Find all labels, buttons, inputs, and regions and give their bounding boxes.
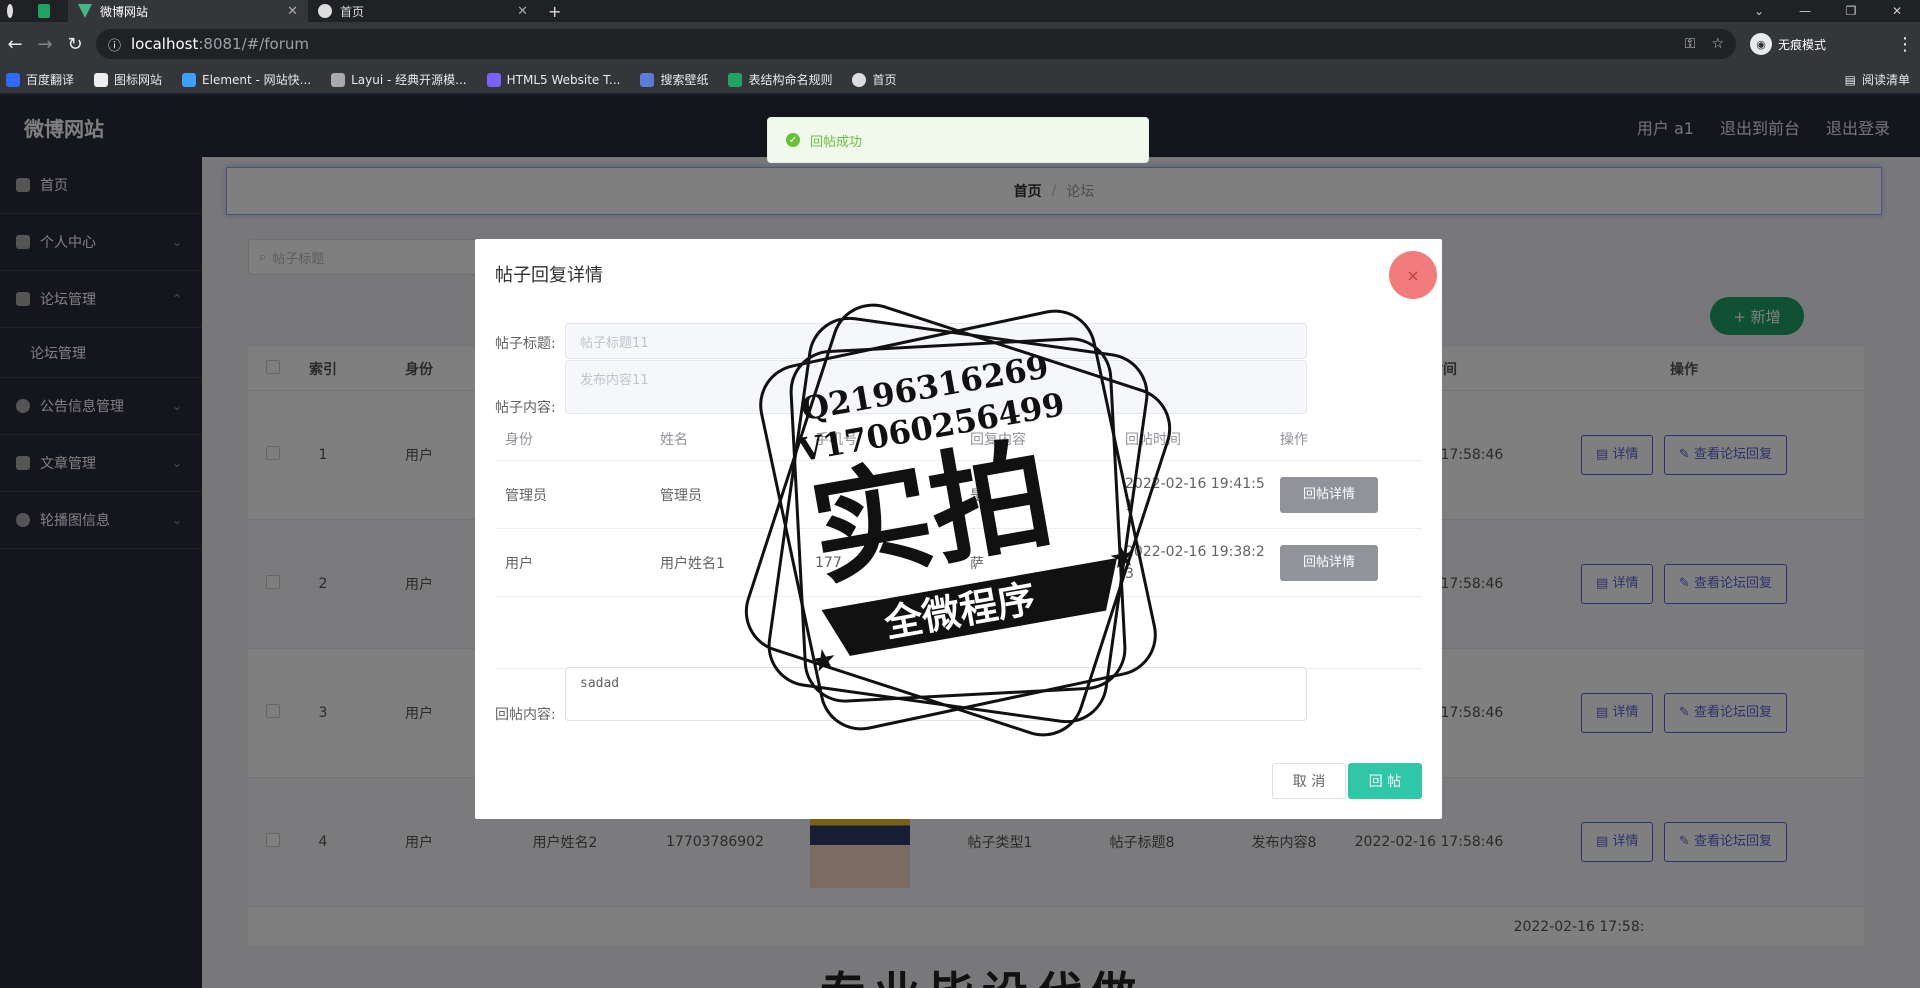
dialog-title: 帖子回复详情: [495, 265, 603, 286]
address-bar: ← → ↻ ⓘ localhost:8081/#/forum ⚿ ☆ ◉ 无痕模…: [0, 22, 1920, 66]
back-icon[interactable]: ←: [0, 34, 30, 55]
minimize-icon[interactable]: —: [1782, 4, 1828, 18]
key-icon[interactable]: ⚿: [1685, 36, 1696, 52]
browser-tab-bar: 微博网站 ✕ 首页 ✕ + ⌄ — ❐ ✕: [0, 0, 1920, 22]
reply-content-textarea[interactable]: sadad: [565, 667, 1307, 721]
element-icon: [182, 72, 197, 87]
table-row: 管理员 管理员 管 是 2022-02-16 19:41:51 回帖详情: [495, 461, 1422, 529]
bookmark-item[interactable]: 表结构命名规则: [728, 71, 832, 88]
reload-icon[interactable]: ↻: [60, 34, 90, 55]
close-window-icon[interactable]: ✕: [1874, 4, 1920, 18]
tab-sheet[interactable]: [28, 0, 68, 22]
close-icon[interactable]: ✕: [517, 4, 528, 19]
flag-icon: [94, 72, 109, 87]
globe-icon: [318, 4, 332, 18]
tab-label: 首页: [340, 4, 365, 19]
close-icon[interactable]: ✕: [287, 4, 298, 19]
incognito-icon: ◉: [1750, 33, 1772, 55]
bookmark-item[interactable]: 图标网站: [94, 71, 162, 88]
post-title-label: 帖子标题:: [495, 336, 556, 352]
info-icon[interactable]: ⓘ: [108, 35, 121, 54]
bottom-watermark-text: 专业毕设代做: [820, 958, 1144, 988]
restore-icon[interactable]: ❐: [1828, 4, 1874, 18]
tab-label: 微博网站: [100, 4, 149, 19]
bookmark-item[interactable]: 百度翻译: [6, 71, 74, 88]
html5-icon: [486, 72, 501, 87]
chevron-down-icon[interactable]: ⌄: [1736, 4, 1782, 18]
forward-icon[interactable]: →: [30, 34, 60, 55]
bookmark-icon: [6, 72, 20, 87]
reply-detail-dialog: 帖子回复详情 × 帖子标题: 帖子标题11 发布内容11 帖子内容: 身份 姓名…: [475, 239, 1442, 819]
reading-list-icon: ▤: [1844, 72, 1856, 87]
sheet-icon: [728, 72, 743, 87]
wallpaper-icon: [640, 72, 655, 87]
incognito-indicator[interactable]: ◉ 无痕模式: [1750, 33, 1826, 55]
star-icon[interactable]: ☆: [1711, 36, 1724, 52]
reply-detail-button[interactable]: 回帖详情: [1280, 476, 1378, 513]
close-icon[interactable]: ×: [1389, 251, 1437, 299]
post-content-label: 帖子内容:: [495, 400, 556, 416]
menu-icon[interactable]: ⋮: [1890, 34, 1920, 55]
table-row: 用户 用户姓名1 177 萨 2022-02-16 19:38:23 回帖详情: [495, 529, 1422, 597]
post-title-field[interactable]: 帖子标题11: [565, 323, 1307, 359]
submit-reply-button[interactable]: 回 帖: [1348, 763, 1422, 799]
layui-icon: [331, 72, 346, 87]
bookmark-item[interactable]: 首页: [852, 71, 897, 88]
bookmark-item[interactable]: Layui - 经典开源模...: [331, 71, 467, 88]
bookmark-item[interactable]: HTML5 Website T...: [486, 72, 620, 87]
url-host: localhost: [131, 35, 199, 53]
url-input[interactable]: ⓘ localhost:8081/#/forum ⚿ ☆: [96, 29, 1736, 59]
reply-detail-button[interactable]: 回帖详情: [1280, 544, 1378, 581]
check-circle-icon: ✓: [786, 133, 800, 147]
toast-text: 回帖成功: [810, 134, 863, 150]
globe-icon: [7, 4, 13, 18]
replies-table-empty: [495, 597, 1422, 669]
window-controls: ⌄ — ❐ ✕: [1736, 0, 1920, 22]
post-content-field[interactable]: 发布内容11: [565, 360, 1307, 414]
replies-table: 身份 姓名 手机号 回复内容 回帖时间 操作 管理员 管理员 管 是 2022-…: [495, 417, 1422, 669]
bookmark-item[interactable]: Element - 网站快...: [182, 71, 311, 88]
globe-icon: [852, 72, 867, 87]
tab-home[interactable]: 首页 ✕: [308, 0, 538, 22]
new-tab-button[interactable]: +: [538, 0, 571, 22]
success-toast: ✓ 回帖成功: [767, 117, 1149, 163]
bookmark-item[interactable]: 搜索壁纸: [640, 71, 708, 88]
url-path: :8081/#/forum: [198, 35, 310, 53]
bookmarks-bar: 百度翻译 图标网站 Element - 网站快... Layui - 经典开源模…: [0, 66, 1920, 94]
reading-list[interactable]: ▤ 阅读清单: [1845, 71, 1910, 88]
cancel-button[interactable]: 取 消: [1272, 763, 1346, 799]
tab-weibo[interactable]: 微博网站 ✕: [68, 0, 308, 22]
sheet-icon: [38, 4, 50, 18]
tab-globe[interactable]: [0, 0, 28, 22]
replies-table-header: 身份 姓名 手机号 回复内容 回帖时间 操作: [495, 417, 1422, 461]
incognito-label: 无痕模式: [1778, 37, 1827, 52]
vue-icon: [78, 4, 92, 18]
reply-content-label: 回帖内容:: [495, 707, 556, 723]
